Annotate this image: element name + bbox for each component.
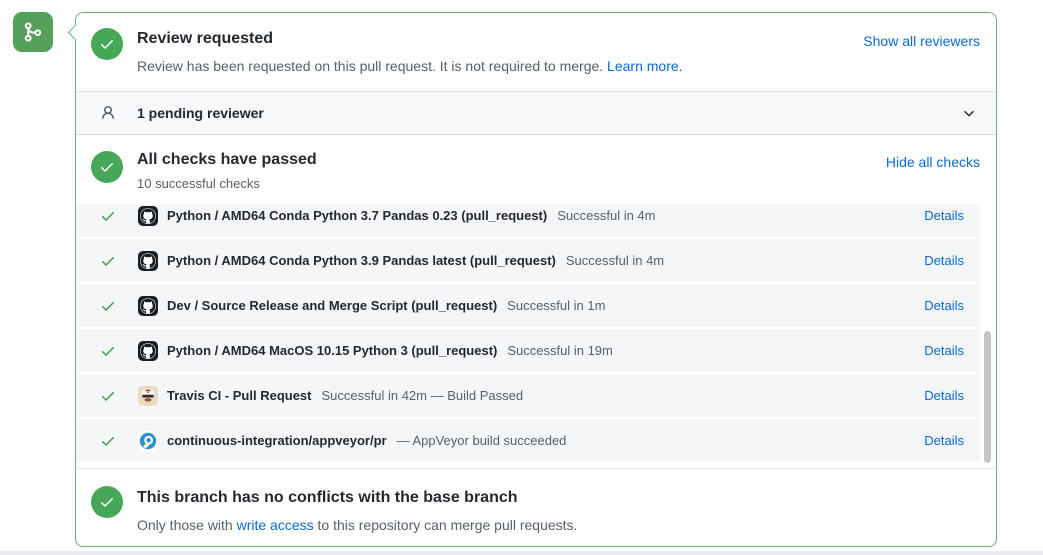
check-avatar <box>138 251 158 271</box>
check-row: Travis CI - Pull Request Successful in 4… <box>76 374 980 419</box>
checks-scrollbar-thumb[interactable] <box>984 331 991 463</box>
check-details-link[interactable]: Details <box>924 433 964 448</box>
check-row: Python / AMD64 Conda Python 3.9 Pandas l… <box>76 239 980 284</box>
check-success-icon <box>100 253 116 269</box>
check-avatar <box>138 431 158 451</box>
check-details-link[interactable]: Details <box>924 388 964 403</box>
show-all-reviewers-link[interactable]: Show all reviewers <box>863 33 980 49</box>
check-avatar <box>138 341 158 361</box>
github-actions-icon <box>138 341 158 361</box>
check-name: Python / AMD64 Conda Python 3.7 Pandas 0… <box>167 208 547 223</box>
check-status: Successful in 4m <box>566 253 664 268</box>
github-actions-icon <box>138 206 158 226</box>
check-row: Python / AMD64 Conda Python 3.7 Pandas 0… <box>76 204 980 239</box>
checks-scroll: Python / AMD64 Conda Python 3.7 Pandas 0… <box>76 204 996 464</box>
check-success-icon <box>100 388 116 404</box>
check-name: Python / AMD64 MacOS 10.15 Python 3 (pul… <box>167 343 497 358</box>
pending-reviewer-label: 1 pending reviewer <box>137 105 264 121</box>
check-avatar <box>138 386 158 406</box>
check-name: Dev / Source Release and Merge Script (p… <box>167 298 497 313</box>
checks-header-subtitle: 10 successful checks <box>137 176 260 191</box>
merge-subtext-before: Only those with <box>137 517 237 533</box>
check-status: Successful in 1m <box>507 298 605 313</box>
merge-status-subtext: Only those with write access to this rep… <box>137 517 577 533</box>
check-row: continuous-integration/appveyor/pr — App… <box>76 419 980 464</box>
merge-status-section: This branch has no conflicts with the ba… <box>76 468 996 546</box>
hide-all-checks-link[interactable]: Hide all checks <box>886 154 980 170</box>
pending-reviewer-row[interactable]: 1 pending reviewer <box>76 91 996 135</box>
check-details-link[interactable]: Details <box>924 208 964 223</box>
check-name: Travis CI - Pull Request <box>167 388 312 403</box>
check-success-icon <box>100 298 116 314</box>
check-details-link[interactable]: Details <box>924 298 964 313</box>
review-section-description: Review has been requested on this pull r… <box>137 58 683 74</box>
check-details-link[interactable]: Details <box>924 253 964 268</box>
checks-header-section: All checks have passed 10 successful che… <box>76 135 996 204</box>
write-access-link[interactable]: write access <box>237 517 314 533</box>
check-status: Successful in 42m — Build Passed <box>322 388 524 403</box>
check-status: Successful in 4m <box>557 208 655 223</box>
appveyor-icon <box>138 431 158 451</box>
check-row: Dev / Source Release and Merge Script (p… <box>76 284 980 329</box>
check-name: continuous-integration/appveyor/pr <box>167 433 387 448</box>
checks-list[interactable]: Python / AMD64 Conda Python 3.7 Pandas 0… <box>76 204 996 468</box>
review-section-title: Review requested <box>137 30 273 48</box>
check-success-icon <box>100 343 116 359</box>
check-details-link[interactable]: Details <box>924 343 964 358</box>
person-icon <box>100 105 116 121</box>
check-status: Successful in 19m <box>507 343 613 358</box>
github-actions-icon <box>138 251 158 271</box>
learn-more-link[interactable]: Learn more. <box>607 58 682 74</box>
travis-ci-icon <box>138 386 158 406</box>
check-icon <box>99 159 115 175</box>
review-requested-section: Review requested Review has been request… <box>76 13 996 91</box>
check-success-icon <box>100 208 116 224</box>
github-actions-icon <box>138 296 158 316</box>
check-row: Python / AMD64 MacOS 10.15 Python 3 (pul… <box>76 329 980 374</box>
git-merge-badge <box>13 12 53 52</box>
check-avatar <box>138 296 158 316</box>
check-status: — AppVeyor build succeeded <box>397 433 567 448</box>
review-success-circle <box>91 28 123 60</box>
merge-box: Review requested Review has been request… <box>75 12 997 547</box>
check-icon <box>99 494 115 510</box>
check-icon <box>99 36 115 52</box>
merge-status-title: This branch has no conflicts with the ba… <box>137 489 518 507</box>
page-bottom-divider <box>0 551 1043 555</box>
pr-merge-page: { "colors": { "badge_green": "#55a15c", … <box>0 0 1043 555</box>
merge-success-circle <box>91 486 123 518</box>
check-success-icon <box>100 433 116 449</box>
checks-header-title: All checks have passed <box>137 151 317 169</box>
git-merge-icon <box>22 21 44 43</box>
checks-success-circle <box>91 151 123 183</box>
merge-subtext-after: to this repository can merge pull reques… <box>314 517 578 533</box>
review-description-text: Review has been requested on this pull r… <box>137 58 607 74</box>
chevron-down-icon[interactable] <box>961 105 977 121</box>
check-name: Python / AMD64 Conda Python 3.9 Pandas l… <box>167 253 556 268</box>
check-avatar <box>138 206 158 226</box>
